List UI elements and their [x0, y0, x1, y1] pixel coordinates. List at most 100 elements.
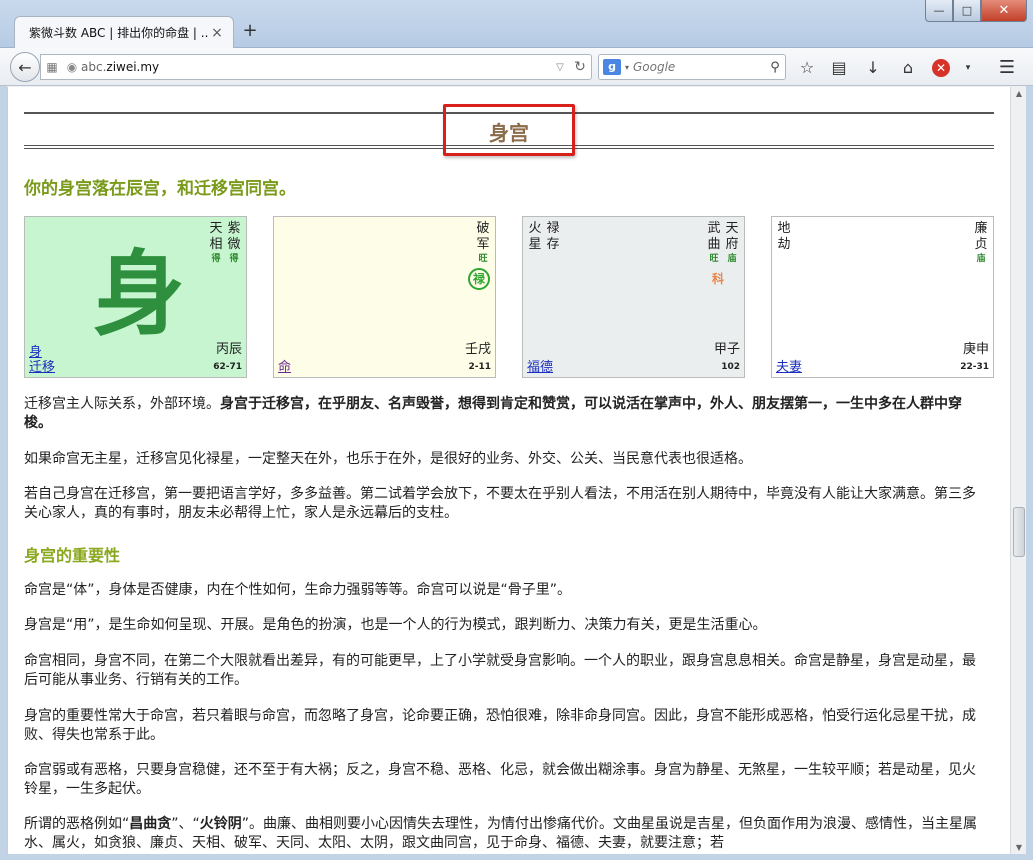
download-icon[interactable]: ↓ — [862, 57, 884, 79]
star-name: 天府 — [725, 221, 739, 252]
window-frame-bottom — [0, 854, 1033, 860]
star: 地劫 — [776, 221, 792, 253]
star-name: 紫微 — [227, 221, 241, 252]
star-name: 廉贞 — [974, 221, 988, 252]
huake-label: 科 — [711, 272, 724, 286]
star-name: 火星 — [528, 221, 542, 252]
reload-icon[interactable]: ↻ — [569, 59, 591, 75]
new-tab-button[interactable]: + — [240, 20, 260, 42]
back-button[interactable]: ← — [10, 52, 40, 82]
star-brightness: 得 — [211, 254, 221, 264]
scrollbar-thumb[interactable] — [1013, 507, 1025, 557]
palace-age-range: 62-71 — [213, 362, 242, 372]
paragraph-9-c: ”、“ — [171, 816, 200, 832]
main-stars: 破军 旺 — [475, 221, 491, 265]
paragraph-5: 身宫是“用”，是生命如何呈现、开展。是角色的扮演，也是一个人的行为模式，跟判断力… — [24, 617, 767, 633]
bookmark-star-icon[interactable]: ☆ — [796, 57, 818, 79]
main-stars: 天府 庙 武曲 旺 — [706, 221, 740, 265]
star-brightness: 庙 — [976, 254, 986, 264]
paragraph-6: 命宫相同，身宫不同，在第二个大限就看出差异，有的可能更早，上了小学就受身宫影响。… — [24, 653, 976, 688]
palace-link-fude[interactable]: 福德 — [527, 360, 553, 375]
paragraph-1: 迁移宫主人际关系，外部环境。身宫于迁移宫，在乎朋友、名声毁誉，想得到肯定和赞赏，… — [24, 395, 989, 433]
url-text[interactable]: abc.ziwei.my — [81, 60, 551, 74]
window-close-button[interactable]: ✕ — [981, 0, 1027, 22]
palace-age-range: 22-31 — [960, 362, 989, 372]
section-heading-importance: 身宫的重要性 — [24, 546, 121, 565]
paragraph-8: 命宫弱或有恶格，只要身宫稳健，还不至于有大祸；反之，身宫不稳、恶格、化忌，就会做… — [24, 762, 976, 797]
google-icon[interactable]: g — [603, 59, 621, 75]
star-brightness: 旺 — [478, 254, 488, 264]
tab-title: 紫微斗数 ABC | 排出你的命盘 | ... — [29, 26, 209, 40]
minor-stars: 火星 禄存 — [527, 221, 561, 253]
star-name: 禄存 — [546, 221, 560, 252]
browser-tab[interactable]: 紫微斗数 ABC | 排出你的命盘 | ... × — [14, 16, 234, 48]
bookmarks-icon[interactable]: ▦ — [41, 60, 63, 74]
palace-link-ming[interactable]: 命 — [278, 360, 291, 375]
minimize-button[interactable]: — — [925, 0, 953, 22]
title-bar: 紫微斗数 ABC | 排出你的命盘 | ... × + — □ ✕ — [0, 0, 1033, 48]
star-brightness: 旺 — [709, 254, 719, 264]
star: 天相 得 — [208, 221, 224, 265]
star-brightness: 庙 — [727, 254, 737, 264]
reading-list-icon[interactable]: ▤ — [828, 57, 850, 79]
minor-stars: 地劫 — [776, 221, 792, 253]
star-name: 武曲 — [707, 221, 721, 252]
main-stars: 廉贞 庙 — [973, 221, 989, 265]
nav-bar: ← ▦ ◉ abc.ziwei.my ▽ ↻ g ▾ ⚲ ☆ ▤ ↓ ⌂ ✕ ▾… — [0, 48, 1033, 86]
body-palace-link[interactable]: 身 — [29, 341, 42, 360]
palace-age-range: 2-11 — [468, 362, 491, 372]
star: 武曲 旺 — [706, 221, 722, 265]
scroll-down-icon[interactable]: ▼ — [1014, 843, 1024, 852]
highlight-box — [443, 104, 575, 156]
home-icon[interactable]: ⌂ — [897, 57, 919, 79]
star-name: 天相 — [209, 221, 223, 252]
star: 廉贞 庙 — [973, 221, 989, 265]
addon-stop-icon[interactable]: ✕ — [932, 59, 950, 77]
search-engine-dropdown-icon[interactable]: ▾ — [621, 63, 633, 72]
star: 破军 旺 — [475, 221, 491, 265]
url-bar[interactable]: ▦ ◉ abc.ziwei.my ▽ ↻ — [40, 54, 592, 80]
paragraph-4: 命宫是“体”，身体是否健康，内在个性如何，生命力强弱等等。命宫可以说是“骨子里”… — [24, 582, 572, 598]
palace-age-range: 102 — [721, 362, 740, 372]
palace-ganzhi: 丙辰 — [215, 342, 242, 357]
star: 天府 庙 — [724, 221, 740, 265]
search-bar[interactable]: g ▾ ⚲ — [598, 54, 786, 80]
body-palace-marker: 身 — [93, 241, 186, 348]
page-viewport: 身宫 你的身宫落在辰宫，和迁移宫同宫。 紫微 得 天相 得 身 身 迁移 丙辰 … — [7, 87, 1010, 854]
subtitle: 你的身宫落在辰宫，和迁移宫同宫。 — [24, 179, 296, 199]
tab-close-icon[interactable]: × — [209, 25, 225, 41]
palace-row: 紫微 得 天相 得 身 身 迁移 丙辰 62-71 破军 旺 禄 命 壬戌 2-… — [24, 216, 994, 378]
paragraph-2: 如果命宫无主星，迁移宫见化禄星，一定整天在外，也乐于在外，是很好的业务、外交、公… — [24, 451, 752, 467]
url-domain: ziwei.my — [106, 60, 160, 74]
menu-icon[interactable]: ☰ — [996, 57, 1018, 79]
palace-fude: 火星 禄存 天府 庙 武曲 旺 科 福德 甲子 102 — [522, 216, 745, 378]
paragraph-9-bold-2: 火铃阴 — [199, 816, 242, 832]
paragraph-9-a: 所谓的恶格例如“ — [24, 816, 130, 832]
url-dropdown-icon[interactable]: ▽ — [551, 62, 569, 73]
addon-dropdown-icon[interactable]: ▾ — [962, 57, 974, 79]
star: 火星 — [527, 221, 543, 253]
vertical-scrollbar[interactable]: ▲ ▼ — [1010, 87, 1026, 854]
search-input[interactable] — [633, 60, 765, 74]
arrow-left-icon: ← — [18, 57, 32, 77]
palace-ming: 破军 旺 禄 命 壬戌 2-11 — [273, 216, 496, 378]
star-name: 破军 — [476, 221, 490, 252]
star: 禄存 — [545, 221, 561, 253]
main-stars: 紫微 得 天相 得 — [208, 221, 242, 265]
palace-ganzhi: 庚申 — [962, 342, 989, 357]
star-brightness: 得 — [229, 254, 239, 264]
palace-ganzhi: 壬戌 — [464, 342, 491, 357]
star-name: 地劫 — [777, 221, 791, 252]
paragraph-3: 若自己身宫在迁移宫，第一要把语言学好，多多益善。第二试着学会放下，不要太在乎别人… — [24, 486, 976, 521]
palace-fuqi: 地劫 廉贞 庙 夫妻 庚申 22-31 — [771, 216, 994, 378]
maximize-button[interactable]: □ — [953, 0, 981, 22]
palace-qianyi: 紫微 得 天相 得 身 身 迁移 丙辰 62-71 — [24, 216, 247, 378]
palace-link-fuqi[interactable]: 夫妻 — [776, 360, 802, 375]
search-icon[interactable]: ⚲ — [765, 60, 785, 75]
url-prefix: abc. — [81, 60, 107, 74]
window-frame-left — [0, 86, 7, 856]
window-frame-right — [1026, 86, 1033, 856]
palace-link-qianyi[interactable]: 迁移 — [29, 360, 55, 375]
scroll-up-icon[interactable]: ▲ — [1014, 89, 1024, 98]
hualu-badge: 禄 — [468, 268, 490, 290]
